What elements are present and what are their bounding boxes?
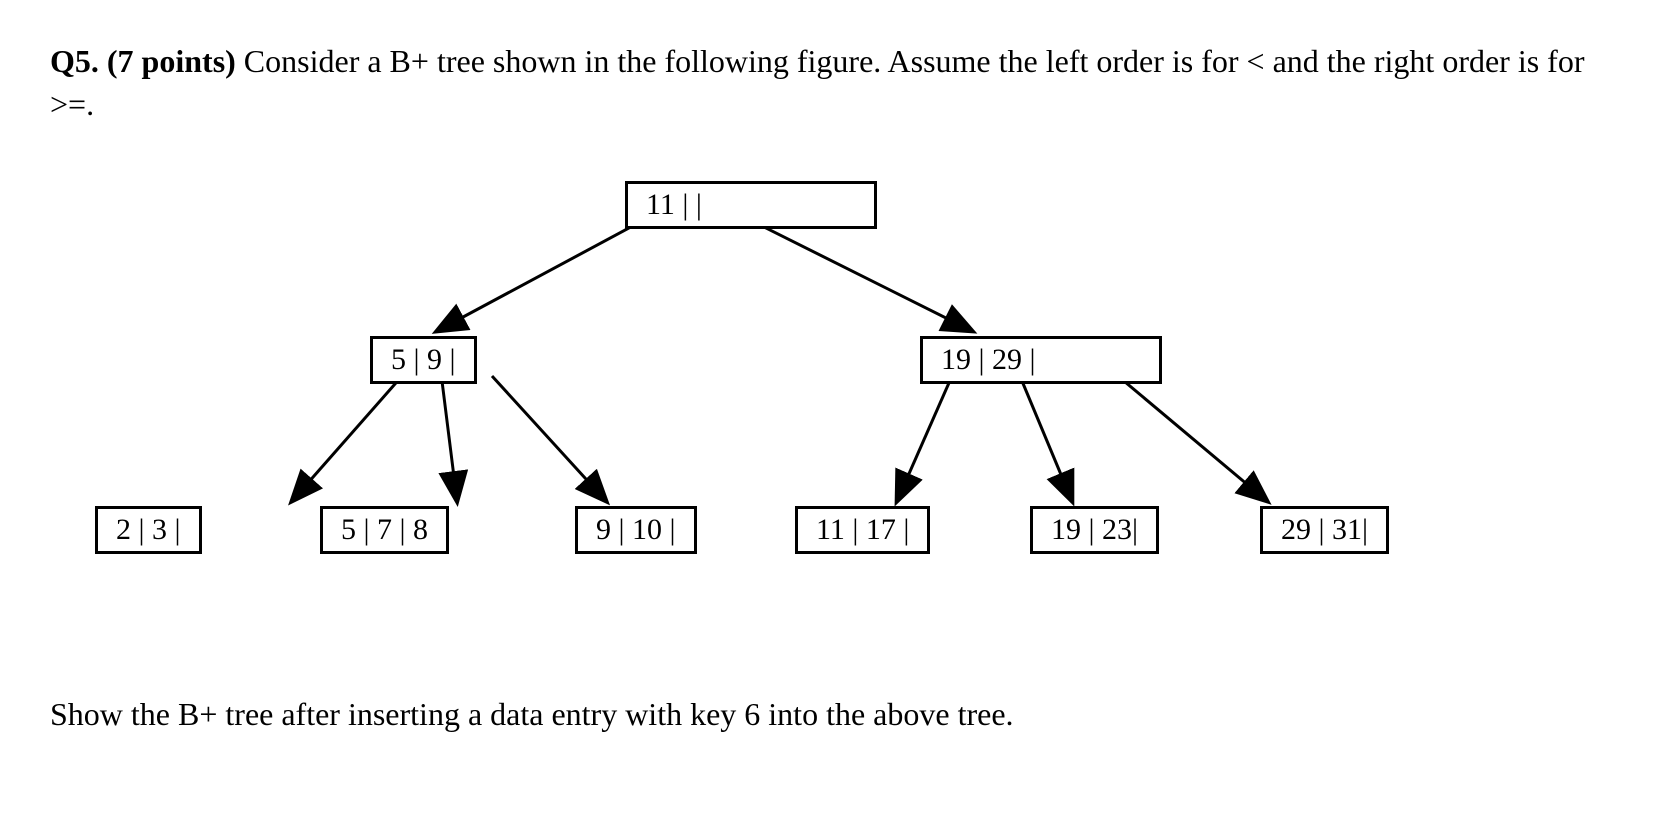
leaf-node-6: 29 | 31| <box>1260 506 1389 554</box>
question-text: Q5. (7 points) Consider a B+ tree shown … <box>50 40 1604 126</box>
leaf-node-2: 5 | 7 | 8 <box>320 506 449 554</box>
leaf-node-1: 2 | 3 | <box>95 506 202 554</box>
internal-node-left: 5 | 9 | <box>370 336 477 384</box>
btree-diagram: 11 | | 5 | 9 | 19 | 29 | 2 | 3 | 5 | 7 |… <box>50 156 1604 656</box>
tree-edges <box>50 156 1604 656</box>
leaf-node-4: 11 | 17 | <box>795 506 930 554</box>
internal-node-right: 19 | 29 | <box>920 336 1162 384</box>
root-node: 11 | | <box>625 181 877 229</box>
question-body: Consider a B+ tree shown in the followin… <box>50 43 1584 122</box>
instruction-text: Show the B+ tree after inserting a data … <box>50 696 1604 733</box>
leaf-node-3: 9 | 10 | <box>575 506 697 554</box>
question-prefix: Q5. (7 points) <box>50 43 244 79</box>
leaf-node-5: 19 | 23| <box>1030 506 1159 554</box>
